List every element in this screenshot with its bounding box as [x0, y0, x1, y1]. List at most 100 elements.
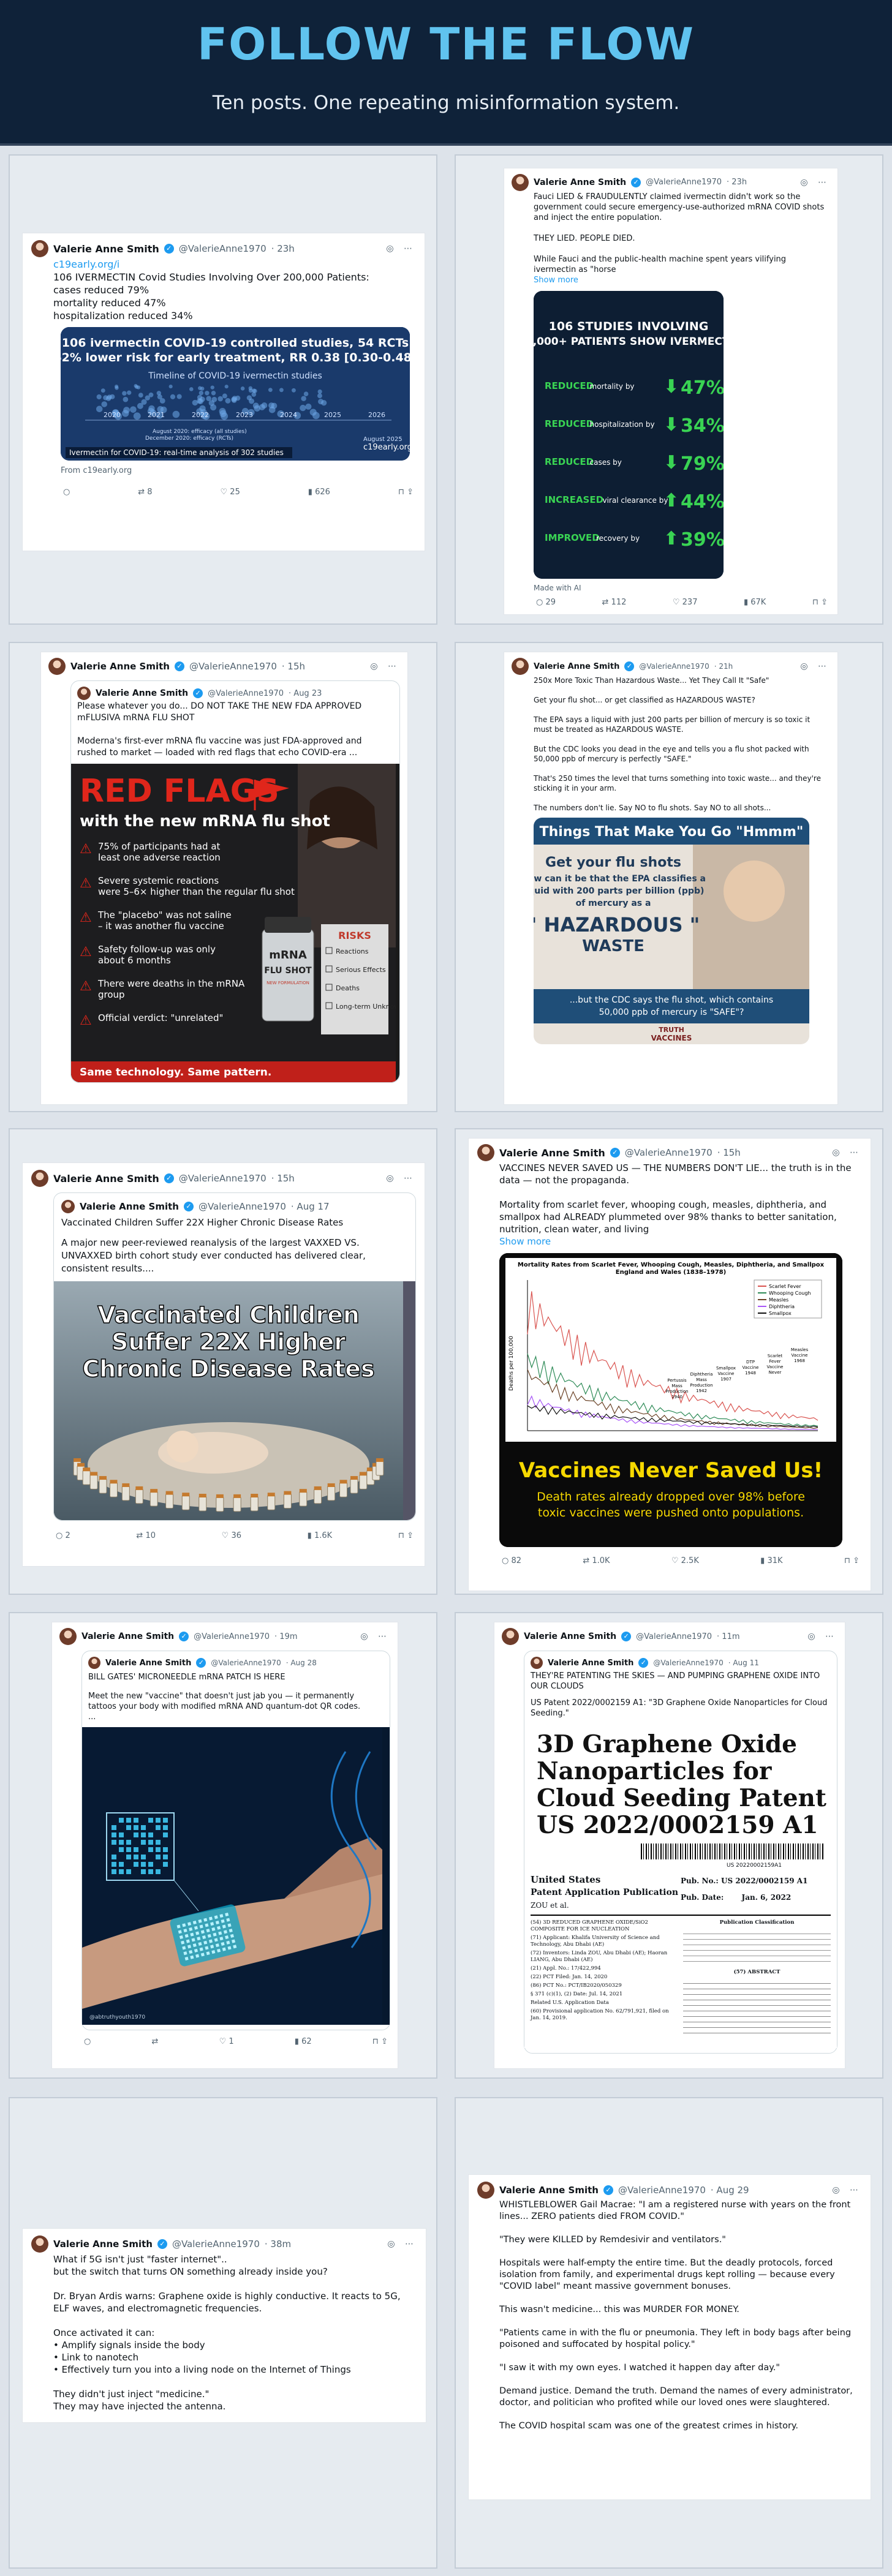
- more-icon[interactable]: ◎ ⋯: [386, 1172, 416, 1185]
- more-icon[interactable]: ◎ ⋯: [807, 1630, 837, 1643]
- user-handle[interactable]: @ValerieAnne1970: [179, 243, 266, 255]
- show-more-link[interactable]: Show more: [534, 275, 830, 286]
- retweet-button[interactable]: ⇄: [152, 2035, 159, 2048]
- retweet-button[interactable]: ⇄ 112: [602, 597, 627, 608]
- views-button[interactable]: ▮ 626: [308, 486, 330, 499]
- tweet-card[interactable]: Valerie Anne Smith ✓ @ValerieAnne1970 · …: [468, 2174, 871, 2500]
- share-buttons[interactable]: ⊓ ⇪: [372, 2035, 388, 2048]
- share-buttons[interactable]: ⊓ ⇪: [398, 1529, 414, 1542]
- more-icon[interactable]: ◎ ⋯: [832, 2184, 862, 2197]
- reply-button[interactable]: ○: [84, 2035, 91, 2048]
- tweet-time[interactable]: · 19m: [274, 1630, 297, 1643]
- tweet-image[interactable]: Mortality Rates from Scarlet Fever, Whoo…: [499, 1253, 842, 1547]
- more-icon[interactable]: ◎ ⋯: [800, 177, 830, 188]
- user-handle[interactable]: @ValerieAnne1970: [194, 1630, 270, 1643]
- like-button[interactable]: ♡ 2.5K: [671, 1554, 699, 1567]
- quote-image[interactable]: @abtruthyouth1970: [82, 1727, 390, 2025]
- avatar[interactable]: [77, 687, 91, 700]
- tweet-card[interactable]: Valerie Anne Smith ✓ @ValerieAnne1970 · …: [494, 1622, 845, 2069]
- avatar[interactable]: [48, 658, 66, 675]
- like-button[interactable]: ♡ 36: [222, 1529, 241, 1542]
- avatar[interactable]: [512, 174, 529, 191]
- more-icon[interactable]: ◎ ⋯: [360, 1630, 390, 1643]
- quote-image[interactable]: RED FLAGS with the new mRNA flu shot ⚠ 75…: [71, 764, 399, 1082]
- quoted-tweet[interactable]: Valerie Anne Smith ✓ @ValerieAnne1970 · …: [53, 1192, 416, 1521]
- tweet-time[interactable]: · 23h: [271, 243, 295, 255]
- share-buttons[interactable]: ⊓ ⇪: [844, 1554, 860, 1567]
- user-handle[interactable]: @ValerieAnne1970: [172, 2238, 260, 2251]
- tweet-card[interactable]: Valerie Anne Smith ✓ @ValerieAnne1970 · …: [504, 652, 838, 1105]
- retweet-button[interactable]: ⇄ 8: [138, 486, 152, 499]
- like-button[interactable]: ♡ 25: [221, 486, 240, 499]
- more-icon[interactable]: ◎ ⋯: [370, 660, 400, 673]
- like-button[interactable]: ♡ 237: [673, 597, 698, 608]
- more-icon[interactable]: ◎ ⋯: [832, 1147, 862, 1159]
- user-name[interactable]: Valerie Anne Smith: [499, 2184, 599, 2197]
- reply-button[interactable]: ○: [63, 486, 70, 499]
- avatar[interactable]: [531, 1657, 543, 1669]
- tweet-card[interactable]: Valerie Anne Smith ✓ @ValerieAnne1970 · …: [504, 168, 838, 615]
- avatar[interactable]: [502, 1628, 519, 1645]
- reply-button[interactable]: ○ 29: [536, 597, 556, 608]
- tweet-card[interactable]: Valerie Anne Smith ✓ @ValerieAnne1970 · …: [51, 1622, 398, 2069]
- user-handle[interactable]: @ValerieAnne1970: [189, 660, 277, 673]
- user-name[interactable]: Valerie Anne Smith: [70, 660, 170, 673]
- share-buttons[interactable]: ⊓ ⇪: [812, 597, 828, 608]
- avatar[interactable]: [61, 1200, 75, 1213]
- quoted-tweet[interactable]: Valerie Anne Smith ✓ @ValerieAnne1970 · …: [81, 1651, 390, 2030]
- quoted-tweet[interactable]: Valerie Anne Smith ✓ @ValerieAnne1970 · …: [70, 680, 400, 1083]
- tweet-card[interactable]: Valerie Anne Smith ✓ @ValerieAnne1970 · …: [22, 233, 425, 551]
- retweet-button[interactable]: ⇄ 10: [136, 1529, 156, 1542]
- more-icon[interactable]: ◎ ⋯: [386, 243, 416, 255]
- user-name[interactable]: Valerie Anne Smith: [53, 1172, 159, 1185]
- tweet-card[interactable]: Valerie Anne Smith ✓ @ValerieAnne1970 · …: [22, 2228, 426, 2423]
- user-name[interactable]: Valerie Anne Smith: [499, 1147, 605, 1159]
- avatar[interactable]: [88, 1657, 100, 1669]
- user-handle[interactable]: @ValerieAnne1970: [636, 1630, 712, 1643]
- user-handle[interactable]: @ValerieAnne1970: [639, 660, 709, 673]
- tweet-card[interactable]: Valerie Anne Smith ✓ @ValerieAnne1970 · …: [22, 1162, 425, 1567]
- user-name[interactable]: Valerie Anne Smith: [81, 1630, 174, 1643]
- avatar[interactable]: [59, 1628, 77, 1645]
- user-name[interactable]: Valerie Anne Smith: [524, 1630, 616, 1643]
- quoted-tweet[interactable]: Valerie Anne Smith ✓ @ValerieAnne1970 · …: [524, 1651, 837, 2054]
- views-button[interactable]: ▮ 67K: [744, 597, 766, 608]
- tweet-time[interactable]: · 15h: [282, 660, 305, 673]
- reply-button[interactable]: ○ 2: [56, 1529, 70, 1542]
- retweet-button[interactable]: ⇄ 1.0K: [583, 1554, 610, 1567]
- tweet-time[interactable]: · 15h: [271, 1172, 295, 1185]
- views-button[interactable]: ▮ 1.6K: [308, 1529, 333, 1542]
- tweet-time[interactable]: · 38m: [265, 2238, 291, 2251]
- user-name[interactable]: Valerie Anne Smith: [534, 660, 619, 673]
- user-handle[interactable]: @ValerieAnne1970: [618, 2184, 706, 2197]
- avatar[interactable]: [31, 240, 48, 257]
- tweet-card[interactable]: Valerie Anne Smith ✓ @ValerieAnne1970 · …: [40, 652, 408, 1105]
- tweet-link[interactable]: c19early.org/i: [53, 258, 416, 271]
- avatar[interactable]: [477, 2182, 494, 2199]
- card-source[interactable]: From c19early.org: [61, 464, 416, 477]
- quote-image[interactable]: 3D Graphene Oxide Nanoparticles for Clou…: [524, 1723, 837, 2048]
- views-button[interactable]: ▮ 31K: [760, 1554, 782, 1567]
- tweet-image[interactable]: Things That Make You Go "Hmmm" Get your …: [534, 818, 809, 1044]
- user-handle[interactable]: @ValerieAnne1970: [179, 1172, 266, 1185]
- tweet-image[interactable]: 106 STUDIES INVOLVING 200,000+ PATIENTS …: [534, 291, 724, 579]
- user-name[interactable]: Valerie Anne Smith: [53, 2238, 153, 2251]
- avatar[interactable]: [512, 658, 529, 675]
- tweet-time[interactable]: · Aug 29: [711, 2184, 749, 2197]
- tweet-time[interactable]: · 15h: [717, 1147, 741, 1159]
- more-icon[interactable]: ◎ ⋯: [387, 2238, 417, 2251]
- user-handle[interactable]: @ValerieAnne1970: [625, 1147, 712, 1159]
- tweet-card[interactable]: Valerie Anne Smith ✓ @ValerieAnne1970 · …: [468, 1138, 871, 1591]
- reply-button[interactable]: ○ 82: [502, 1554, 521, 1567]
- avatar[interactable]: [477, 1144, 494, 1161]
- like-button[interactable]: ♡ 1: [219, 2035, 234, 2048]
- tweet-time[interactable]: · 23h: [727, 177, 747, 188]
- avatar[interactable]: [31, 2235, 48, 2253]
- user-name[interactable]: Valerie Anne Smith: [53, 243, 159, 255]
- more-icon[interactable]: ◎ ⋯: [800, 660, 830, 673]
- share-buttons[interactable]: ⊓ ⇪: [398, 486, 414, 499]
- user-handle[interactable]: @ValerieAnne1970: [646, 177, 722, 188]
- show-more-link[interactable]: Show more: [499, 1235, 862, 1248]
- views-button[interactable]: ▮ 62: [295, 2035, 312, 2048]
- link-card-image[interactable]: 106 ivermectin COVID-19 controlled studi…: [61, 327, 410, 461]
